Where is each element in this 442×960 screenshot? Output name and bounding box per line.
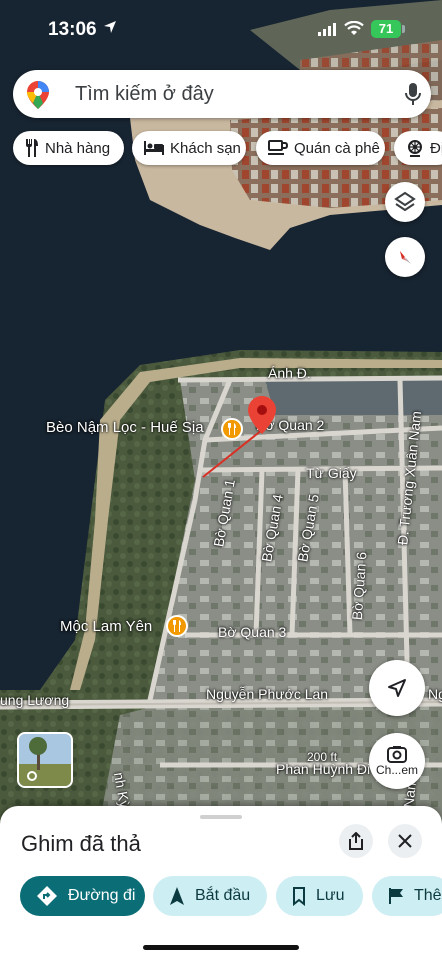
road-label-bo-quan-3: Bờ Quan 3: [218, 624, 287, 640]
chip-hotels[interactable]: Khách sạn: [132, 131, 246, 165]
layers-button[interactable]: [385, 182, 425, 222]
attraction-icon: [406, 139, 424, 157]
navigation-arrow-icon: [388, 679, 406, 697]
add-label-button[interactable]: Thê: [372, 876, 442, 916]
microphone-icon[interactable]: [405, 82, 421, 106]
chip-cafes[interactable]: Quán cà phê: [256, 131, 385, 165]
share-button[interactable]: [339, 824, 373, 858]
wifi-icon: [344, 21, 364, 35]
home-indicator[interactable]: [143, 945, 299, 950]
sheet-title: Ghim đã thả: [21, 831, 141, 856]
status-time: 13:06: [48, 19, 97, 40]
poi-restaurant-icon[interactable]: [221, 418, 243, 440]
compass-button[interactable]: [385, 237, 425, 277]
google-maps-pin-icon: [27, 81, 49, 109]
close-icon: [398, 834, 412, 848]
cell-signal-icon: [318, 23, 336, 36]
battery-level: 71: [371, 20, 401, 38]
close-button[interactable]: [388, 824, 422, 858]
road-label-nguyen-phuoc-lan: Nguyễn Phước Lan: [206, 686, 329, 702]
search-input[interactable]: Tìm kiếm ở đây: [75, 83, 214, 106]
location-arrow-icon: [104, 21, 116, 33]
camera-lens-icon: [387, 746, 407, 763]
road-label-ng: Ng: [428, 686, 442, 702]
bookmark-icon: [292, 886, 306, 906]
map-label-moc-lam-yen[interactable]: Mộc Lam Yên: [60, 618, 152, 635]
battery-tip: [402, 25, 405, 33]
road-label-tu-giay: Từ Giấy: [306, 465, 357, 481]
start-button[interactable]: Bắt đầu: [153, 876, 267, 916]
chip-restaurants[interactable]: Nhà hàng: [13, 131, 124, 165]
layers-icon: [394, 191, 416, 212]
chip-attractions[interactable]: Đị: [394, 131, 442, 165]
flag-icon: [388, 887, 404, 905]
status-bar: 13:06 71: [0, 0, 442, 60]
lens-button[interactable]: Ch...em: [369, 733, 425, 789]
map-label-beo-nam-loc[interactable]: Bèo Nậm Lọc - Huế Sịa: [46, 419, 204, 436]
lens-label: Ch...em: [375, 763, 418, 777]
start-label: Bắt đầu: [195, 887, 251, 904]
chip-label: Nhà hàng: [45, 139, 111, 157]
directions-icon: [36, 885, 58, 907]
chip-label: Khách sạn: [170, 139, 241, 157]
save-button[interactable]: Lưu: [276, 876, 363, 916]
search-bar[interactable]: Tìm kiếm ở đây: [13, 70, 431, 118]
chip-label: Quán cà phê: [294, 139, 380, 157]
road-label-ung-luong: ung Lương: [0, 692, 70, 708]
dropped-pin-icon[interactable]: [248, 396, 276, 434]
map-label-anh: Ánh Đ.: [268, 365, 311, 381]
sheet-drag-handle[interactable]: [200, 815, 242, 819]
chip-label: Đị: [430, 139, 442, 157]
restaurant-icon: [25, 139, 39, 157]
coffee-icon: [268, 140, 288, 156]
directions-label: Đường đi: [68, 887, 136, 904]
poi-restaurant-icon[interactable]: [166, 615, 188, 637]
my-location-button[interactable]: [369, 660, 425, 716]
street-view-image: [19, 734, 71, 786]
bed-icon: [144, 141, 164, 155]
add-label-label: Thê: [414, 887, 442, 904]
compass-icon: [400, 251, 411, 264]
navigation-icon: [169, 886, 185, 906]
save-label: Lưu: [316, 887, 345, 904]
place-sheet: Ghim đã thả Đường đi Bắt đầu Lưu Thê: [0, 806, 442, 960]
directions-button[interactable]: Đường đi: [20, 876, 145, 916]
map-scale-label: 200 ft: [307, 750, 338, 764]
street-view-thumbnail[interactable]: [17, 732, 73, 788]
share-icon: [349, 832, 363, 850]
